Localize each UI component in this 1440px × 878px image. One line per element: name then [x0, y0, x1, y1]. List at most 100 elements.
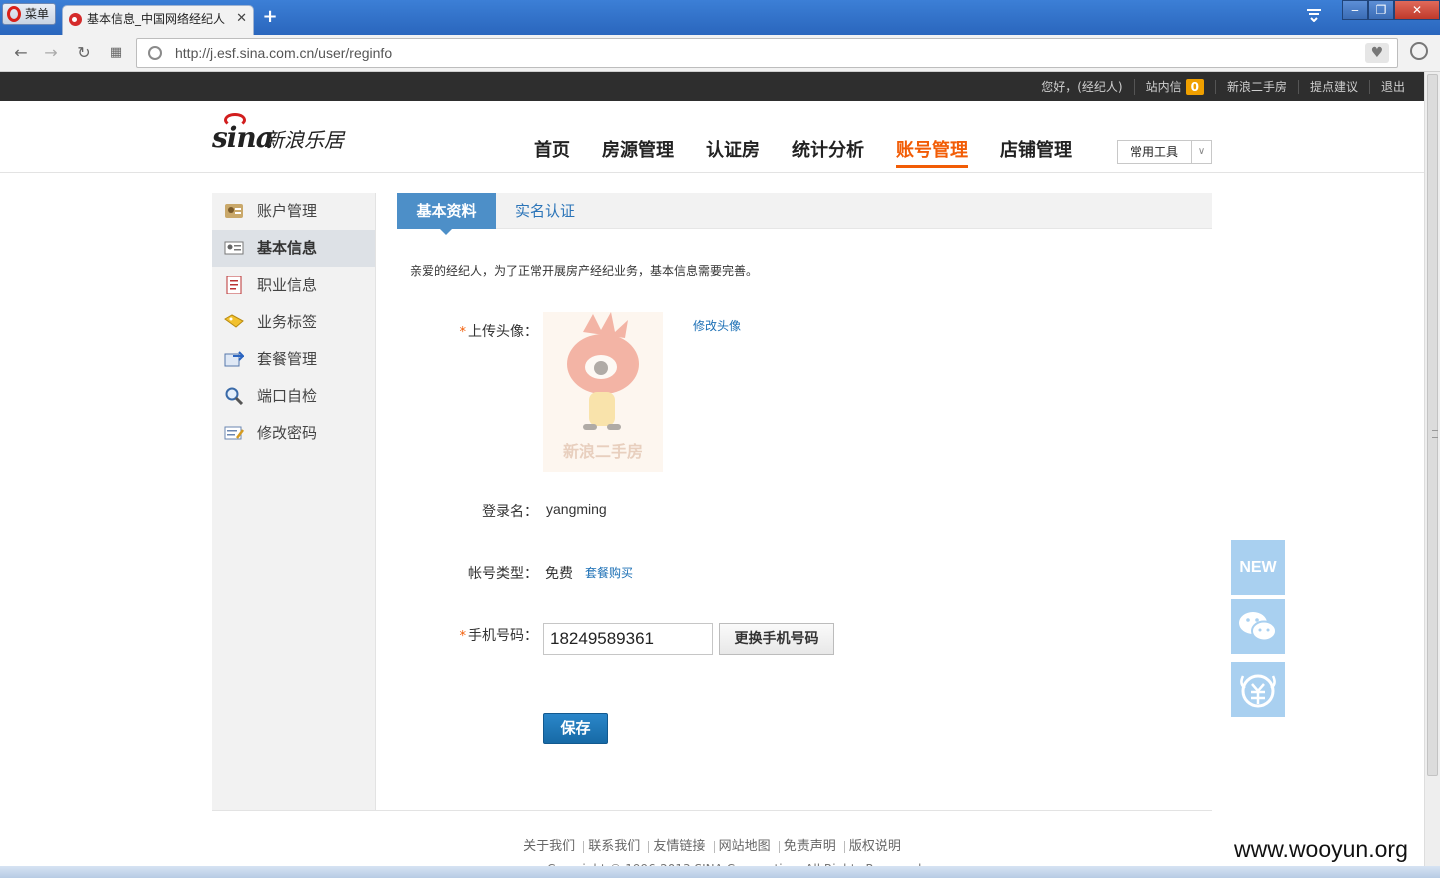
sidebar-item-port-check[interactable]: 端口自检: [212, 378, 375, 415]
profile-icon[interactable]: [1410, 42, 1428, 60]
nav-home-label: 首页: [534, 140, 570, 161]
scrollbar-grip-icon: [1432, 430, 1438, 438]
footer-link-contact[interactable]: 联系我们: [583, 840, 644, 853]
sidebar-item-label: 端口自检: [257, 387, 318, 405]
logo-cn-text: 新浪乐居: [264, 128, 344, 152]
required-mark: *: [459, 325, 467, 340]
footer-link-about[interactable]: 关于我们: [519, 840, 579, 853]
tag-icon: [224, 314, 244, 328]
id-card-icon: [224, 241, 244, 255]
sidebar-item-basic-info[interactable]: 基本信息: [212, 230, 375, 267]
footer-links: 关于我们 联系我们 友情链接 网站地图 免责声明 版权说明: [0, 839, 1424, 854]
footer-link-sitemap[interactable]: 网站地图: [713, 840, 775, 853]
nav-account-label: 账号管理: [896, 140, 968, 168]
login-name-label: 登录名：: [482, 504, 538, 520]
messages-count-badge: 0: [1185, 78, 1204, 95]
greeting-text: 您好，(经纪人): [1041, 79, 1123, 94]
footer-link-disclaimer[interactable]: 免责声明: [778, 840, 840, 853]
nav-shop[interactable]: 店铺管理: [984, 137, 1088, 172]
sidebar-item-label: 账户管理: [257, 202, 318, 220]
opera-logo-icon: [7, 6, 21, 22]
site-header: sina 新浪乐居 首页 房源管理 认证房 统计分析 账号管理 店铺管理 常用工…: [0, 101, 1424, 173]
new-tab-button[interactable]: +: [260, 6, 280, 28]
browser-titlebar: 菜单 基本信息_中国网络经纪人 ✕ + ‒ ❐ ✕: [0, 0, 1440, 35]
url-text[interactable]: http://j.esf.sina.com.cn/user/reginfo: [175, 45, 392, 61]
nav-home[interactable]: 首页: [518, 137, 586, 172]
edit-avatar-link[interactable]: 修改头像: [693, 317, 741, 334]
minimize-icon[interactable]: ‒: [1342, 0, 1368, 20]
sidebar-item-label: 修改密码: [257, 424, 318, 442]
address-toolbar: ← → ↻ ▦ http://j.esf.sina.com.cn/user/re…: [0, 35, 1440, 72]
browser-tab[interactable]: 基本信息_中国网络经纪人 ✕: [62, 5, 254, 35]
sidebar-item-change-password[interactable]: 修改密码: [212, 415, 375, 452]
browser-tab-title: 基本信息_中国网络经纪人: [87, 12, 226, 26]
phone-label-text: 手机号码：: [468, 628, 538, 644]
heart-icon[interactable]: ♥: [1365, 43, 1389, 63]
scrollbar-thumb[interactable]: [1427, 74, 1438, 776]
sidebar-item-tags[interactable]: 业务标签: [212, 304, 375, 341]
logout-link[interactable]: 退出: [1368, 79, 1416, 94]
sidebar-item-account[interactable]: 账户管理: [212, 193, 375, 230]
esf-link[interactable]: 新浪二手房: [1214, 79, 1298, 94]
restore-icon[interactable]: ❐: [1368, 0, 1394, 20]
nav-account[interactable]: 账号管理: [880, 137, 984, 172]
close-window-icon[interactable]: ✕: [1394, 0, 1440, 20]
weibo-icon[interactable]: [1231, 662, 1285, 717]
sidebar-item-package[interactable]: 套餐管理: [212, 341, 375, 378]
nav-shop-label: 店铺管理: [1000, 140, 1072, 161]
os-taskbar: [0, 866, 1440, 878]
wechat-icon[interactable]: [1231, 599, 1285, 654]
sidebar-item-label: 套餐管理: [257, 350, 318, 368]
account-type-label: 帐号类型：: [468, 566, 538, 582]
avatar-label: * 上传头像：: [438, 321, 539, 341]
account-icon: [225, 204, 243, 218]
tab-close-icon[interactable]: ✕: [236, 6, 247, 32]
nav-stats-label: 统计分析: [792, 140, 864, 161]
sina-mascot-icon: [567, 312, 639, 430]
forward-icon[interactable]: →: [40, 42, 62, 64]
footer-link-copyright[interactable]: 版权说明: [843, 840, 905, 853]
float-new-button[interactable]: NEW: [1231, 540, 1285, 595]
change-phone-button[interactable]: 更换手机号码: [719, 623, 834, 655]
tabs-menu-icon[interactable]: [1306, 8, 1322, 26]
url-field[interactable]: http://j.esf.sina.com.cn/user/reginfo ♥: [136, 38, 1398, 68]
suggest-link[interactable]: 提点建议: [1297, 79, 1369, 94]
browser-menu-button[interactable]: 菜单: [2, 3, 56, 25]
footer-link-friends[interactable]: 友情链接: [648, 840, 709, 853]
page-viewport: 您好，(经纪人) 站内信 0 新浪二手房 提点建议 退出 sina 新浪乐居 首页…: [0, 72, 1424, 878]
phone-label: * 手机号码：: [438, 625, 539, 645]
top-bar-links: 您好，(经纪人) 站内信 0 新浪二手房 提点建议 退出: [1030, 72, 1416, 101]
nav-listings[interactable]: 房源管理: [586, 137, 690, 172]
tab-basic-info[interactable]: 基本资料: [397, 193, 496, 235]
nav-verified-label: 认证房: [706, 140, 760, 161]
document-icon: [226, 276, 242, 294]
phone-field[interactable]: [543, 623, 713, 655]
tab-real-name[interactable]: 实名认证: [515, 193, 575, 229]
site-info-icon[interactable]: [148, 46, 162, 60]
sidebar-item-label: 基本信息: [257, 239, 318, 257]
chevron-down-icon: ∨: [1191, 141, 1211, 163]
apps-grid-icon[interactable]: ▦: [105, 42, 127, 64]
sina-favicon-icon: [69, 13, 82, 26]
window-controls: ‒ ❐ ✕: [1342, 0, 1440, 24]
edit-password-icon: [224, 426, 244, 440]
account-type-value: 免费: [545, 566, 573, 582]
sidebar-item-career[interactable]: 职业信息: [212, 267, 375, 304]
nav-verified[interactable]: 认证房: [690, 137, 776, 172]
top-bar: 您好，(经纪人) 站内信 0 新浪二手房 提点建议 退出: [0, 72, 1424, 101]
common-tools-label: 常用工具: [1130, 145, 1179, 159]
save-button[interactable]: 保存: [543, 713, 608, 744]
nav-stats[interactable]: 统计分析: [776, 137, 880, 172]
messages-link[interactable]: 站内信 0: [1133, 78, 1215, 95]
content-divider: [212, 810, 1212, 811]
messages-label: 站内信: [1145, 79, 1182, 94]
page-scrollbar[interactable]: [1424, 72, 1440, 878]
login-name-value: yangming: [546, 501, 607, 517]
buy-package-link[interactable]: 套餐购买: [585, 564, 633, 581]
nav-listings-label: 房源管理: [602, 140, 674, 161]
main-nav: 首页 房源管理 认证房 统计分析 账号管理 店铺管理: [518, 137, 1088, 172]
avatar-label-text: 上传头像：: [468, 324, 538, 340]
common-tools-dropdown[interactable]: 常用工具 ∨: [1117, 140, 1212, 164]
reload-icon[interactable]: ↻: [73, 42, 95, 64]
back-icon[interactable]: ←: [10, 42, 32, 64]
